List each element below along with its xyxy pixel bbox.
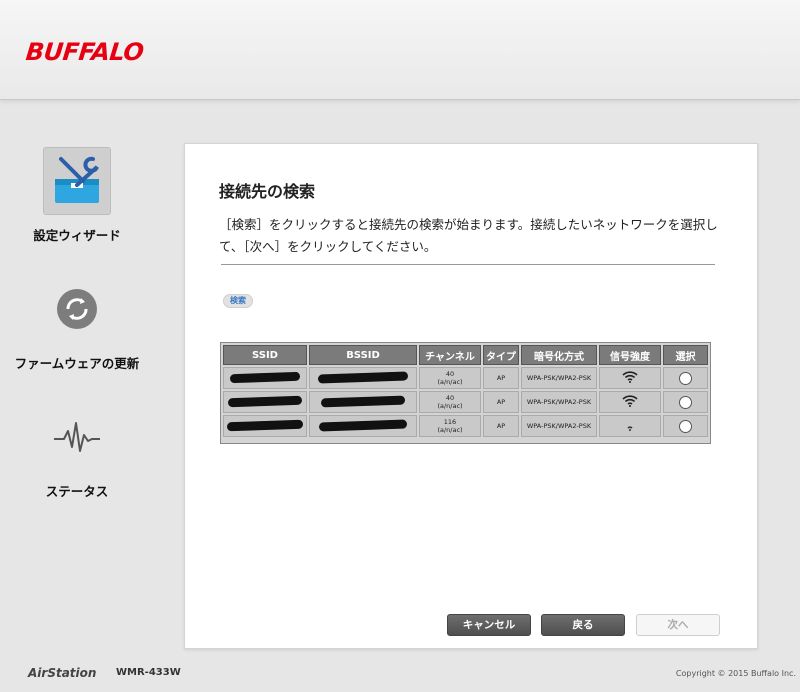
column-header-channel: チャンネル — [419, 345, 481, 365]
channel-mode: (a/n/ac) — [437, 378, 463, 386]
channel-value: 40 — [445, 394, 455, 402]
column-header-signal: 信号強度 — [599, 345, 661, 365]
channel-value: 116 — [443, 418, 457, 426]
ssid-cell-redacted — [223, 415, 307, 437]
signal-cell — [599, 367, 661, 389]
bssid-cell-redacted — [309, 367, 417, 389]
channel-cell: 40 (a/n/ac) — [419, 391, 481, 413]
redaction-mark — [317, 370, 409, 384]
redaction-mark — [320, 395, 406, 407]
bssid-cell-redacted — [309, 391, 417, 413]
select-cell — [663, 367, 708, 389]
channel-mode: (a/n/ac) — [437, 426, 463, 434]
channel-cell: 116 (a/n/ac) — [419, 415, 481, 437]
type-cell: AP — [483, 415, 519, 437]
wifi-signal-icon — [622, 395, 638, 407]
page-description: ［検索］をクリックすると接続先の検索が始まります。接続したいネットワークを選択し… — [219, 217, 718, 254]
column-header-ssid: SSID — [223, 345, 307, 365]
type-cell: AP — [483, 391, 519, 413]
network-table: SSID BSSID チャンネル タイプ 暗号化方式 信号強度 選択 40 (a/… — [220, 342, 711, 444]
encryption-cell: WPA-PSK/WPA2-PSK — [521, 415, 597, 437]
sidebar-item-status[interactable]: ステータス — [2, 403, 152, 500]
channel-mode: (a/n/ac) — [437, 402, 463, 410]
ssid-cell-redacted — [223, 391, 307, 413]
redaction-mark — [229, 371, 301, 383]
select-radio[interactable] — [679, 419, 692, 433]
bssid-cell-redacted — [309, 415, 417, 437]
channel-value: 40 — [445, 370, 455, 378]
back-button[interactable]: 戻る — [541, 614, 625, 636]
redaction-mark — [226, 419, 304, 431]
toolbox-icon — [43, 147, 111, 215]
next-button[interactable]: 次へ — [636, 614, 720, 636]
wifi-signal-icon — [622, 371, 638, 383]
page-title: 接続先の検索 — [219, 182, 316, 201]
refresh-icon — [43, 275, 111, 343]
search-button[interactable]: 検索 — [223, 294, 253, 308]
sidebar-item-label: 設定ウィザード — [33, 228, 121, 243]
signal-cell — [599, 415, 661, 437]
airstation-logo: AirStation — [28, 666, 97, 680]
table-row[interactable]: 40 (a/n/ac) AP WPA-PSK/WPA2-PSK — [223, 367, 708, 389]
select-cell — [663, 391, 708, 413]
select-radio[interactable] — [679, 395, 692, 409]
main-panel: 接続先の検索 ［検索］をクリックすると接続先の検索が始まります。接続したいネット… — [184, 143, 758, 649]
column-header-select: 選択 — [663, 345, 708, 365]
signal-cell — [599, 391, 661, 413]
select-radio[interactable] — [679, 371, 692, 385]
buffalo-logo: BUFFALO — [24, 38, 145, 66]
channel-cell: 40 (a/n/ac) — [419, 367, 481, 389]
table-row[interactable]: 116 (a/n/ac) AP WPA-PSK/WPA2-PSK — [223, 415, 708, 437]
copyright: Copyright © 2015 Buffalo Inc. — [675, 669, 796, 678]
cancel-button[interactable]: キャンセル — [447, 614, 531, 636]
select-cell — [663, 415, 708, 437]
encryption-cell: WPA-PSK/WPA2-PSK — [521, 367, 597, 389]
divider — [221, 264, 715, 265]
table-row[interactable]: 40 (a/n/ac) AP WPA-PSK/WPA2-PSK — [223, 391, 708, 413]
sidebar-item-label: ステータス — [45, 484, 109, 499]
redaction-mark — [318, 418, 408, 432]
table-header-row: SSID BSSID チャンネル タイプ 暗号化方式 信号強度 選択 — [223, 345, 708, 365]
sidebar-item-label: ファームウェアの更新 — [14, 356, 140, 371]
header: BUFFALO — [0, 0, 800, 100]
column-header-type: タイプ — [483, 345, 519, 365]
sidebar-item-firmware-update[interactable]: ファームウェアの更新 — [2, 275, 152, 372]
wifi-signal-weak-icon — [627, 426, 633, 431]
model-name: WMR-433W — [116, 667, 181, 678]
ssid-cell-redacted — [223, 367, 307, 389]
encryption-cell: WPA-PSK/WPA2-PSK — [521, 391, 597, 413]
column-header-bssid: BSSID — [309, 345, 417, 365]
pulse-icon — [43, 403, 111, 471]
redaction-mark — [227, 395, 303, 407]
type-cell: AP — [483, 367, 519, 389]
column-header-encryption: 暗号化方式 — [521, 345, 597, 365]
sidebar-item-setup-wizard[interactable]: 設定ウィザード — [2, 147, 152, 244]
